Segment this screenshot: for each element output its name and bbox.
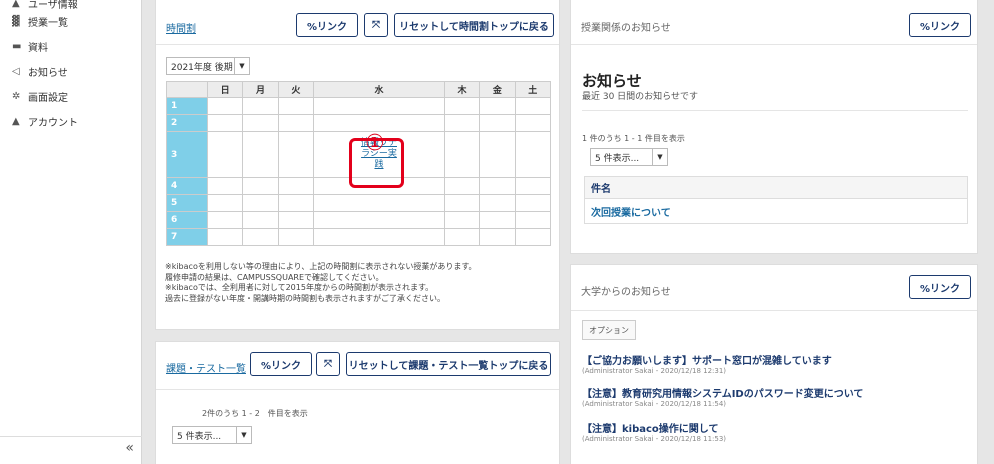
timetable-link-button[interactable]: %リンク — [296, 13, 358, 37]
announcement-row-link[interactable]: 次回授業について — [585, 199, 967, 223]
sidebar-item-announcements[interactable]: ◁ お知らせ — [0, 59, 141, 84]
term-select[interactable]: 2021年度 後期 ▼ — [166, 57, 250, 75]
announcements-heading: お知らせ — [582, 72, 642, 90]
assignments-title-link[interactable]: 課題・テスト一覧 — [166, 360, 246, 375]
class-announcements-title: 授業関係のお知らせ — [581, 23, 671, 34]
divider — [582, 110, 968, 111]
chevron-down-icon: ▼ — [236, 427, 251, 443]
news-item-title[interactable]: 【注意】kibaco操作に関して — [582, 420, 718, 435]
page-size-value: 5 件表示... — [177, 431, 222, 442]
timetable-title-link[interactable]: 時間割 — [166, 20, 196, 35]
assignments-link-button[interactable]: %リンク — [250, 352, 312, 376]
news-item-meta: (Administrator Sakai - 2020/12/18 12:31) — [582, 367, 727, 375]
megaphone-icon: ◁ — [12, 66, 20, 77]
period-cell: 3 — [166, 131, 208, 178]
university-news-link-button[interactable]: %リンク — [909, 275, 971, 299]
announcements-subheading: 最近 30 日間のお知らせです — [582, 92, 698, 102]
note-line: ※kibacoでは、全利用者に対して2015年度からの時間割が表示されます。 — [165, 283, 434, 292]
news-item-meta: (Administrator Sakai - 2020/12/18 11:53) — [582, 435, 727, 443]
assignments-expand-button[interactable]: ⤧ — [316, 352, 340, 376]
announcements-table: 件名 次回授業について — [584, 176, 968, 224]
period-cell: 7 — [166, 228, 208, 246]
day-header: 木 — [443, 81, 481, 98]
sidebar-item-account[interactable]: ▲ アカウント — [0, 109, 141, 134]
day-header: 月 — [242, 81, 279, 98]
sidebar-menu: ▲ ユーザ情報 ▓ 授業一覧 ▬ 資料 ◁ お知らせ ✲ 画面設定 ▲ アカウント — [0, 0, 141, 134]
news-item-meta: (Administrator Sakai - 2020/12/18 11:54) — [582, 400, 727, 408]
sidebar-item-label: 画面設定 — [28, 93, 68, 104]
day-header: 火 — [277, 81, 315, 98]
announcements-page-size-select[interactable]: 5 件表示... ▼ — [590, 148, 668, 166]
sidebar-item-label: お知らせ — [28, 68, 68, 79]
sidebar-collapse-button[interactable]: « — [0, 436, 142, 458]
period-cell: 2 — [166, 114, 208, 132]
term-select-value: 2021年度 後期 — [171, 62, 233, 73]
sidebar-item-label: 資料 — [28, 43, 48, 54]
period-cell: 5 — [166, 194, 208, 212]
folder-icon: ▬ — [12, 41, 22, 52]
sidebar-item-courses[interactable]: ▓ 授業一覧 — [0, 9, 141, 34]
sidebar-item-resources[interactable]: ▬ 資料 — [0, 34, 141, 59]
day-header: 水 — [313, 81, 445, 98]
assignments-card: 課題・テスト一覧 %リンク ⤧ リセットして課題・テスト一覧トップに戻る 2件の… — [155, 341, 560, 464]
user-icon: ▲ — [12, 0, 20, 9]
period-cell: 4 — [166, 177, 208, 195]
page-size-value: 5 件表示... — [595, 153, 640, 164]
assignments-count: 2件のうち 1 - 2 件目を表示 — [202, 409, 308, 418]
note-line: 履修申請の結果は、CAMPUSSQUAREで確認してください。 — [165, 272, 384, 282]
sidebar: ▲ ユーザ情報 ▓ 授業一覧 ▬ 資料 ◁ お知らせ ✲ 画面設定 ▲ アカウント « — [0, 0, 142, 464]
timetable-notes: ※kibacoを利用しない等の理由により、上記の時間割に表示されない授業がありま… — [165, 262, 560, 304]
day-header: 日 — [206, 81, 244, 98]
period-cell: 6 — [166, 211, 208, 229]
university-news-title: 大学からのお知らせ — [581, 287, 671, 298]
note-line: ※kibacoを利用しない等の理由により、上記の時間割に表示されない授業がありま… — [165, 262, 477, 271]
chevron-down-icon: ▼ — [234, 58, 249, 74]
gear-icon: ✲ — [12, 91, 21, 102]
highlight-box — [349, 138, 404, 188]
corner-cell — [166, 81, 208, 98]
day-header: 金 — [479, 81, 516, 98]
timetable-reset-button[interactable]: リセットして時間割トップに戻る — [394, 13, 554, 37]
news-item-title[interactable]: 【ご協力お願いします】サポート窓口が混雑しています — [582, 352, 832, 367]
news-item-title[interactable]: 【注意】教育研究用情報システムIDのパスワード変更について — [582, 385, 863, 400]
class-announcements-link-button[interactable]: %リンク — [909, 13, 971, 37]
sidebar-item-label: 授業一覧 — [28, 18, 68, 29]
note-line: 過去に登録がない年度・開講時期の時間割も表示されますがご了承ください。 — [165, 293, 445, 303]
sidebar-item-display-settings[interactable]: ✲ 画面設定 — [0, 84, 141, 109]
column-header-subject: 件名 — [585, 177, 967, 199]
account-icon: ▲ — [12, 116, 20, 127]
assignments-page-size-select[interactable]: 5 件表示... ▼ — [172, 426, 252, 444]
chevron-down-icon: ▼ — [652, 149, 667, 165]
sidebar-item-user-info[interactable]: ▲ ユーザ情報 — [0, 0, 141, 11]
sidebar-item-label: ユーザ情報 — [28, 0, 78, 11]
sidebar-item-label: アカウント — [28, 118, 78, 129]
announcements-count: 1 件のうち 1 - 1 件目を表示 — [582, 134, 685, 143]
options-button[interactable]: オプション — [582, 320, 636, 340]
period-cell: 1 — [166, 97, 208, 115]
graduation-icon: ▓ — [12, 16, 20, 27]
day-header: 土 — [514, 81, 552, 98]
timetable-expand-button[interactable]: ⤧ — [364, 13, 388, 37]
assignments-reset-button[interactable]: リセットして課題・テスト一覧トップに戻る — [346, 352, 551, 376]
